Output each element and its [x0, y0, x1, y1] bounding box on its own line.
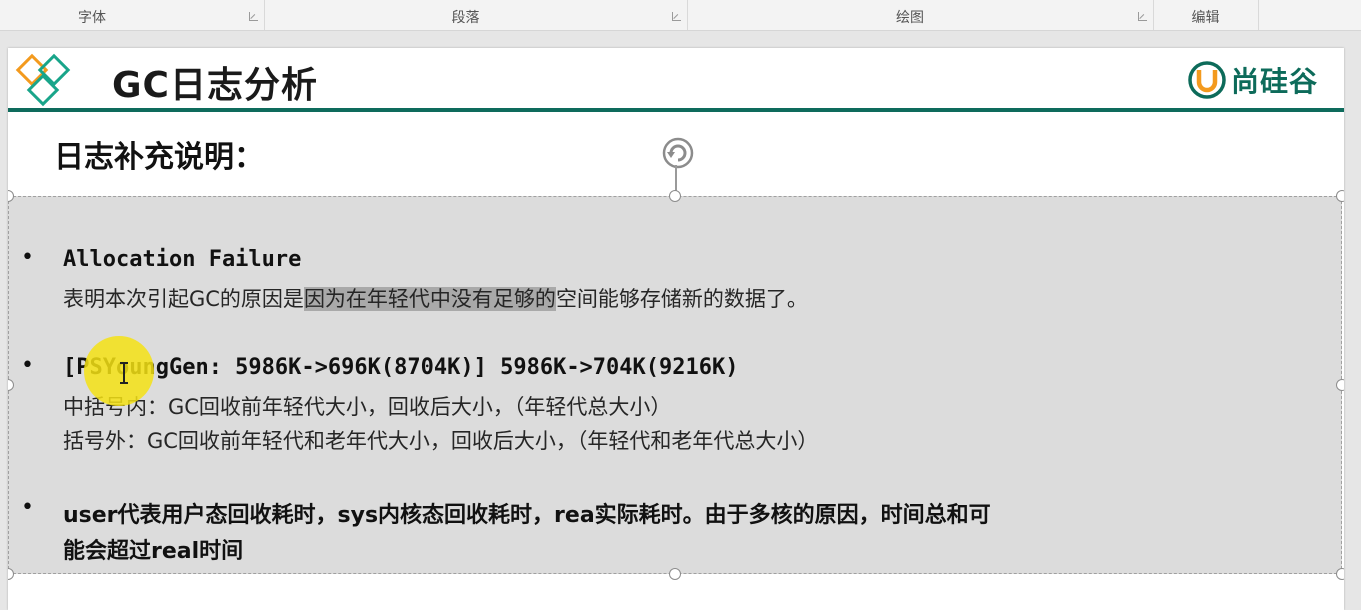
bullet-3-line-2: 能会超过real时间 [63, 539, 244, 564]
bullet-icon: • [21, 245, 34, 270]
ribbon-group-bar: 字体 段落 绘图 编辑 [0, 0, 1361, 31]
resize-handle-top[interactable] [669, 190, 681, 202]
bullet-1-heading: Allocation Failure [63, 247, 302, 272]
bullet-icon: • [21, 353, 34, 378]
slide-canvas[interactable]: GC日志分析 尚硅谷 日志补充说明： • Allocation Failure … [8, 48, 1344, 610]
ribbon-group-label: 段落 [451, 10, 480, 26]
slide-title[interactable]: GC日志分析 [112, 56, 318, 108]
text-cursor-icon [120, 362, 128, 384]
brand-logo: 尚硅谷 [1187, 60, 1318, 100]
bullet-1-body: 表明本次引起GC的原因是因为在年轻代中没有足够的空间能够存储新的数据了。 [63, 283, 808, 313]
selected-text-box[interactable]: • Allocation Failure 表明本次引起GC的原因是因为在年轻代中… [8, 196, 1342, 574]
bullet-icon: • [21, 495, 34, 520]
ribbon-group-font: 字体 [0, 0, 265, 30]
resize-handle-right[interactable] [1336, 379, 1344, 391]
brand-u-icon [1188, 61, 1226, 99]
brand-name: 尚硅谷 [1230, 65, 1318, 98]
bullet-1-body-suffix: 空间能够存储新的数据了。 [555, 287, 808, 311]
ribbon-group-label: 编辑 [1191, 10, 1220, 26]
slide-subtitle[interactable]: 日志补充说明： [54, 132, 264, 176]
resize-handle-bottom[interactable] [669, 568, 681, 580]
ribbon-group-paragraph: 段落 [264, 0, 688, 30]
selected-text-highlight[interactable]: 因为在年轻代中没有足够的 [303, 287, 556, 311]
bullet-1-body-prefix: 表明本次引起GC的原因是 [63, 287, 304, 311]
ribbon-group-label: 字体 [78, 10, 106, 26]
bullet-2-line-3: 括号外：GC回收前年轻代和老年代大小，回收后大小，（年轻代和老年代总大小） [63, 429, 819, 453]
ribbon-group-drawing: 绘图 [687, 0, 1154, 30]
ribbon-group-label: 绘图 [896, 10, 924, 26]
resize-handle-top-right[interactable] [1336, 190, 1344, 202]
bullet-2-heading: [PSYoungGen: 5986K->696K(8704K)] 5986K->… [63, 355, 739, 380]
diamond-logo-icon [15, 53, 71, 107]
dialog-launcher-icon[interactable] [1138, 12, 1147, 21]
resize-handle-bottom-right[interactable] [1336, 568, 1344, 580]
title-divider [8, 108, 1344, 112]
bullet-3-line-1: user代表用户态回收耗时，sys内核态回收耗时，rea实际耗时。由于多核的原因… [63, 503, 991, 528]
rotate-handle-icon[interactable] [659, 134, 697, 172]
ribbon-group-editing: 编辑 [1153, 0, 1259, 30]
bullet-2-line-2: 中括号内：GC回收前年轻代大小，回收后大小，（年轻代总大小） [63, 395, 672, 419]
